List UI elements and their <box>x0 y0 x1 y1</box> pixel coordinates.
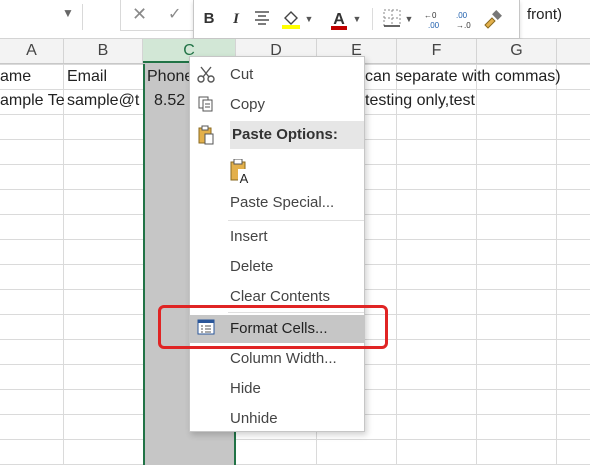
cell-b2[interactable]: sample@t <box>67 89 143 113</box>
column-header-f[interactable]: F <box>397 39 477 63</box>
svg-text:A: A <box>240 171 249 185</box>
cell-a1[interactable]: ame <box>0 65 62 89</box>
copy-icon <box>195 95 217 115</box>
menu-item-column-width[interactable]: Column Width... <box>190 345 364 373</box>
chevron-down-icon[interactable]: ▼ <box>352 9 362 29</box>
menu-label-column-width: Column Width... <box>230 350 337 367</box>
menu-item-unhide[interactable]: Unhide <box>190 405 364 433</box>
gridline <box>396 64 397 465</box>
mini-toolbar: B I ▼ A ▼ ▼ ←0.00 .00 →.0 <box>193 0 520 39</box>
menu-item-paste-special[interactable]: Paste Special... <box>190 189 364 217</box>
menu-item-cut[interactable]: Cut <box>190 61 364 89</box>
scissors-icon <box>195 65 217 85</box>
svg-text:.00: .00 <box>456 11 468 20</box>
menu-label-unhide: Unhide <box>230 410 278 427</box>
annotation-highlight-box <box>158 305 388 349</box>
gridline <box>63 64 64 465</box>
borders-icon[interactable] <box>382 9 402 29</box>
gridline <box>556 64 557 465</box>
bold-button[interactable]: B <box>200 9 218 29</box>
menu-label-paste-special: Paste Special... <box>230 194 335 211</box>
svg-text:A: A <box>333 11 345 28</box>
menu-item-delete[interactable]: Delete <box>190 253 364 281</box>
column-header-a[interactable]: A <box>0 39 64 63</box>
separator <box>372 8 373 30</box>
clipboard-icon <box>195 125 217 145</box>
paste-options-header: Paste Options: <box>230 121 364 149</box>
increase-decimal-icon[interactable]: ←0.00 <box>422 10 446 30</box>
menu-label-delete: Delete <box>230 258 274 275</box>
cell-e1[interactable]: can separate with commas) <box>365 65 590 89</box>
menu-item-copy[interactable]: Copy <box>190 91 364 119</box>
menu-label-copy: Copy <box>230 96 266 113</box>
svg-text:.00: .00 <box>428 21 440 30</box>
align-center-icon[interactable] <box>252 9 272 29</box>
cell-c1[interactable]: Phone <box>147 65 191 89</box>
cell-b1[interactable]: Email <box>67 65 142 89</box>
gridline <box>476 64 477 465</box>
column-header-b[interactable]: B <box>64 39 143 63</box>
fill-color-icon[interactable] <box>280 9 302 29</box>
chevron-down-icon[interactable]: ▼ <box>404 9 414 29</box>
menu-label-cut: Cut <box>230 66 254 83</box>
column-header-h[interactable] <box>557 39 590 63</box>
formula-input[interactable]: front) <box>527 6 562 23</box>
cancel-entry-icon[interactable]: ✕ <box>132 4 147 25</box>
confirm-entry-icon[interactable]: ✓ <box>168 4 181 24</box>
name-box-dropdown-icon[interactable]: ▼ <box>62 6 74 20</box>
paste-keep-formatting-button[interactable]: A <box>230 158 252 186</box>
menu-label-hide: Hide <box>230 380 261 397</box>
italic-button[interactable]: I <box>228 9 244 29</box>
separator <box>82 4 83 30</box>
font-color-icon[interactable]: A <box>328 9 350 30</box>
format-painter-icon[interactable] <box>482 9 504 29</box>
svg-text:←0: ←0 <box>424 11 437 20</box>
decrease-decimal-icon[interactable]: .00 →.0 <box>452 10 476 30</box>
column-header-g[interactable]: G <box>477 39 557 63</box>
menu-item-insert[interactable]: Insert <box>190 223 364 251</box>
menu-item-hide[interactable]: Hide <box>190 375 364 403</box>
menu-label-paste-options: Paste Options: <box>232 126 338 143</box>
svg-text:→.0: →.0 <box>456 21 471 30</box>
chevron-down-icon[interactable]: ▼ <box>304 9 314 29</box>
cell-e2[interactable]: testing only,test <box>365 89 590 113</box>
context-menu: Cut Copy Paste Options: A Paste Special.… <box>189 56 365 432</box>
cell-c2[interactable]: 8.52 <box>154 89 190 113</box>
menu-label-insert: Insert <box>230 228 268 245</box>
menu-separator <box>228 220 364 221</box>
cell-a2[interactable]: ample Te <box>0 89 64 113</box>
